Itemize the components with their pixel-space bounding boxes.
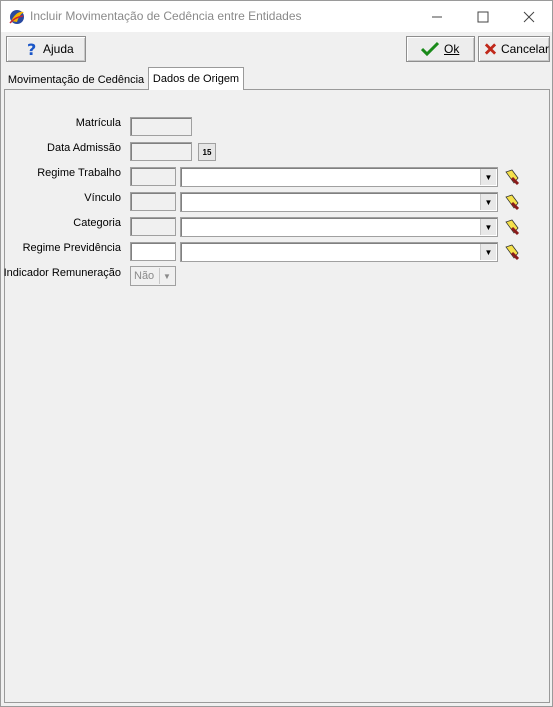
matricula-label: Matrícula bbox=[75, 117, 121, 129]
chevron-down-icon[interactable]: ▼ bbox=[480, 169, 496, 185]
calendar-icon: 15 bbox=[202, 147, 212, 157]
chevron-down-icon[interactable]: ▼ bbox=[159, 268, 174, 284]
tab-dados-de-origem[interactable]: Dados de Origem bbox=[148, 67, 244, 90]
app-logo-icon bbox=[9, 10, 24, 24]
calendar-button[interactable]: 15 bbox=[198, 143, 216, 161]
regime-previdencia-code-field[interactable] bbox=[130, 242, 176, 261]
data-admissao-label: Data Admissão bbox=[47, 142, 121, 154]
regime-previdencia-label: Regime Previdência bbox=[22, 242, 121, 254]
maximize-icon bbox=[477, 11, 489, 22]
tab-label: Dados de Origem bbox=[152, 73, 240, 85]
flashlight-icon bbox=[505, 244, 520, 260]
categoria-code-field[interactable] bbox=[130, 217, 176, 236]
vinculo-label: Vínculo bbox=[84, 192, 121, 204]
matricula-field[interactable] bbox=[130, 117, 192, 136]
regime-trabalho-select[interactable]: ▼ bbox=[180, 167, 498, 187]
maximize-button[interactable] bbox=[460, 1, 506, 32]
regime-previdencia-search-button[interactable] bbox=[503, 242, 521, 261]
close-icon bbox=[523, 11, 535, 22]
checkmark-icon bbox=[421, 41, 439, 57]
dialog-window: Incluir Movimentação de Cedência entre E… bbox=[0, 0, 553, 707]
vinculo-select[interactable]: ▼ bbox=[180, 192, 498, 212]
indicador-remuneracao-value: Não bbox=[134, 270, 155, 282]
minimize-button[interactable] bbox=[414, 1, 460, 32]
data-admissao-field[interactable] bbox=[130, 142, 192, 161]
tab-strip: Movimentação de Cedência Dados de Origem bbox=[1, 67, 552, 91]
indicador-remuneracao-label: Indicador Remuneração bbox=[3, 267, 121, 279]
minimize-icon bbox=[432, 16, 442, 17]
flashlight-icon bbox=[505, 169, 520, 185]
svg-text:?: ? bbox=[27, 41, 36, 57]
ok-button[interactable]: Ok bbox=[406, 36, 475, 62]
cancel-x-icon bbox=[484, 43, 497, 55]
help-button[interactable]: ? Ajuda bbox=[6, 36, 86, 62]
chevron-down-icon[interactable]: ▼ bbox=[480, 194, 496, 210]
categoria-select[interactable]: ▼ bbox=[180, 217, 498, 237]
help-button-label: Ajuda bbox=[43, 42, 74, 56]
vinculo-code-field[interactable] bbox=[130, 192, 176, 211]
ok-button-label: Ok bbox=[444, 42, 460, 56]
vinculo-search-button[interactable] bbox=[503, 192, 521, 211]
title-bar: Incluir Movimentação de Cedência entre E… bbox=[1, 1, 552, 32]
categoria-label: Categoria bbox=[73, 217, 121, 229]
tab-label: Movimentação de Cedência bbox=[7, 74, 145, 86]
chevron-down-icon[interactable]: ▼ bbox=[480, 244, 496, 260]
tab-movimentacao-de-cedencia[interactable]: Movimentação de Cedência bbox=[5, 70, 147, 90]
tab-panel-dados-de-origem: Matrícula Data Admissão 15 Regime Trabal… bbox=[4, 89, 550, 703]
cancel-button[interactable]: Cancelar bbox=[478, 36, 550, 62]
indicador-remuneracao-select[interactable]: Não ▼ bbox=[130, 266, 176, 286]
regime-trabalho-code-field[interactable] bbox=[130, 167, 176, 186]
cancel-button-label: Cancelar bbox=[500, 42, 549, 56]
help-question-icon: ? bbox=[27, 41, 36, 57]
regime-trabalho-label: Regime Trabalho bbox=[37, 167, 121, 179]
close-button[interactable] bbox=[506, 1, 552, 32]
regime-trabalho-search-button[interactable] bbox=[503, 167, 521, 186]
flashlight-icon bbox=[505, 194, 520, 210]
flashlight-icon bbox=[505, 219, 520, 235]
chevron-down-icon[interactable]: ▼ bbox=[480, 219, 496, 235]
regime-previdencia-select[interactable]: ▼ bbox=[180, 242, 498, 262]
window-title: Incluir Movimentação de Cedência entre E… bbox=[30, 9, 302, 23]
categoria-search-button[interactable] bbox=[503, 217, 521, 236]
